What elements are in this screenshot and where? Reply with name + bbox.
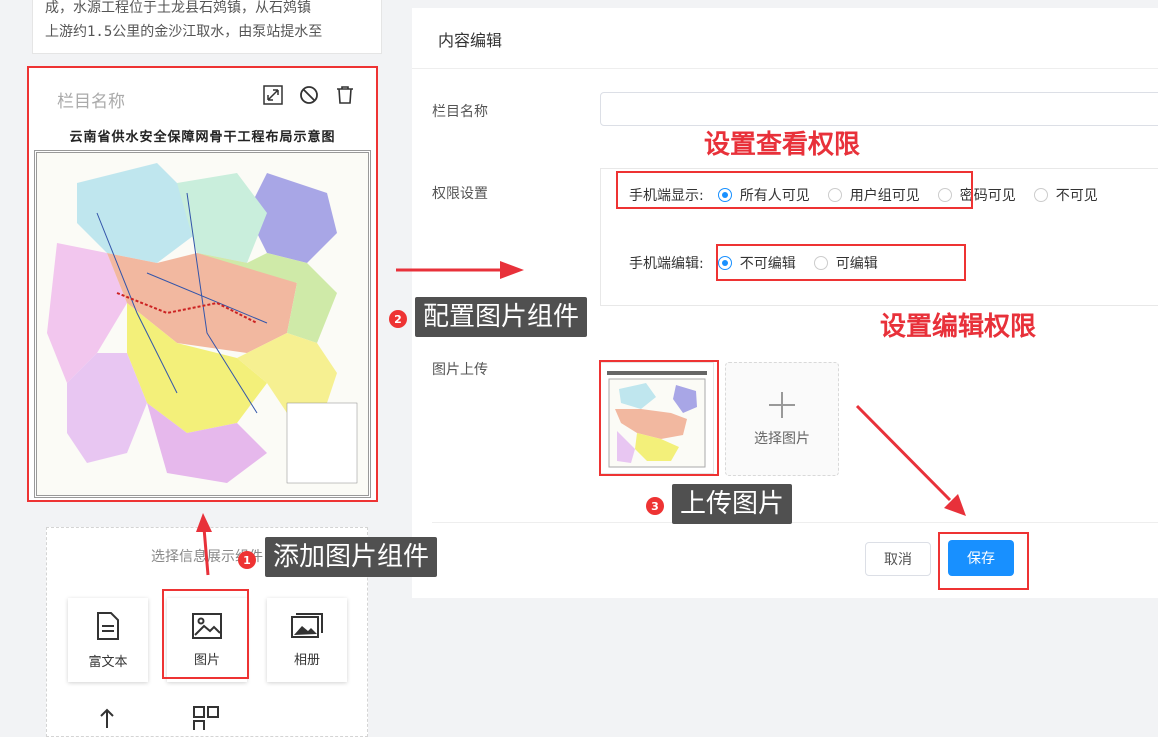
annotation-arrows [196, 261, 966, 576]
step-1-badge: 1 [238, 551, 256, 569]
step-2-tag: 配置图片组件 [415, 297, 588, 337]
step-3-tag: 上传图片 [672, 484, 793, 524]
step-2-badge: 2 [389, 310, 407, 328]
step-3-badge: 3 [646, 497, 664, 515]
step-1-tag: 添加图片组件 [265, 537, 438, 577]
